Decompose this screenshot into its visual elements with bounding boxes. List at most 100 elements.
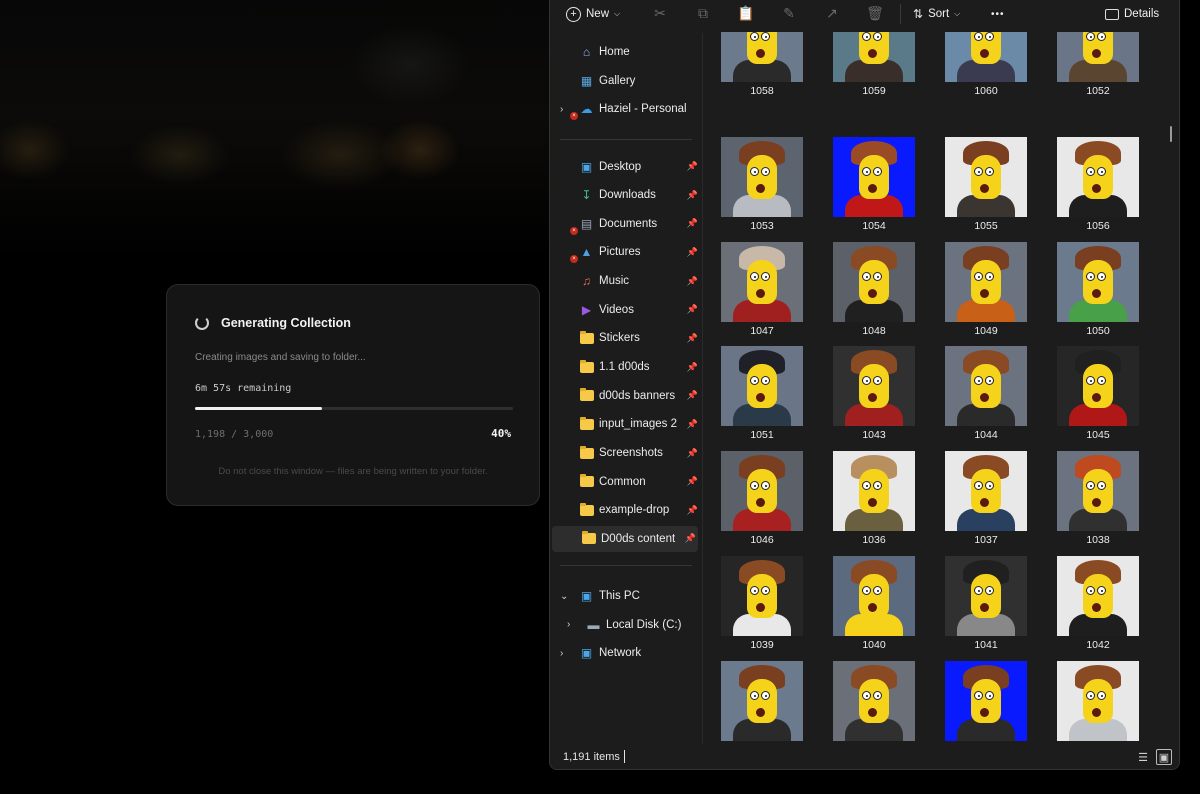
nav-item-common[interactable]: Common 📌 [550,469,700,495]
file-item[interactable]: 1054 [833,136,915,237]
file-item[interactable]: 1033 [833,660,915,745]
file-item[interactable]: 1042 [1057,556,1139,656]
details-view-icon[interactable]: ☰ [1135,749,1151,765]
nav-item-videos[interactable]: ▶ Videos 📌 [550,297,700,323]
nav-item-input-images-2[interactable]: input_images 2 📌 [550,411,700,437]
file-item[interactable]: 1040 [833,556,915,656]
pin-icon: 📌 [686,304,698,315]
file-item[interactable]: 1052 [1057,27,1139,102]
nav-item-this-pc[interactable]: ⌄ ▣ This PC [550,583,700,609]
nav-item-music[interactable]: ♫ Music 📌 [550,268,700,294]
nav-item-label: Home [599,46,630,58]
file-item[interactable]: 1035 [1057,660,1139,745]
pin-icon: 📌 [684,533,696,544]
file-item[interactable]: 1055 [945,136,1027,237]
nav-divider [560,139,692,140]
pin-icon: 📌 [686,275,698,286]
image-thumbnail [1057,451,1139,532]
file-item[interactable]: 1037 [945,451,1027,551]
file-item[interactable]: 1060 [945,27,1027,102]
toolbar-divider [900,4,901,24]
file-item[interactable]: 1051 [721,346,803,446]
nav-item-d00ds-content[interactable]: D00ds content 📌 [552,525,698,552]
new-button[interactable]: + New ⌵ [566,5,620,23]
file-name: 1049 [974,324,998,337]
pin-icon: 📌 [686,447,698,458]
image-thumbnail [833,32,915,82]
nav-item-label: Common [599,475,646,488]
delete-icon[interactable]: 🗑 [866,5,884,21]
nav-item-label: Gallery [599,74,636,87]
nav-item-pictures[interactable]: ▲ × Pictures 📌 [550,239,700,265]
details-button[interactable]: Details [1105,5,1159,23]
image-thumbnail [833,556,915,636]
file-item[interactable]: 1032 [721,660,803,745]
spinner-icon [195,316,209,330]
nav-item-label: Screenshots [599,447,663,459]
file-item[interactable]: 1049 [945,241,1027,342]
file-item[interactable]: 1039 [721,556,803,656]
file-item[interactable]: 1046 [721,451,803,551]
cut-icon[interactable]: ✂ [652,5,668,21]
nav-item-d00ds-banners[interactable]: d00ds banners 📌 [550,383,700,409]
file-item[interactable]: 1059 [833,27,915,102]
nav-item-example-drop[interactable]: example-drop 📌 [550,497,700,523]
file-name: 1037 [974,534,998,547]
nav-item-label: Pictures [599,246,641,259]
onedrive-icon: ☁ [580,102,593,117]
item-count: 1,191 items [563,751,620,763]
nav-item-stickers[interactable]: Stickers 📌 [550,325,700,351]
gallery-icon: ▦ [580,73,593,88]
image-thumbnail [721,32,803,82]
documents-icon: ▤ [580,216,593,231]
nav-item-local-disk-c-[interactable]: › ▬ Local Disk (C:) [550,612,700,638]
file-item[interactable]: 1056 [1057,136,1139,237]
share-icon[interactable]: ↗ [824,5,840,21]
new-label: New [586,8,610,20]
download-icon: ↧ [581,188,592,203]
file-item[interactable]: 1058 [721,27,803,102]
paste-icon[interactable]: 📋 [737,5,754,21]
large-icons-view-icon[interactable]: ▣ [1156,749,1172,765]
file-item[interactable]: 1053 [721,136,803,237]
sort-button[interactable]: ⇅ Sort ⌵ [913,5,960,23]
image-thumbnail [945,556,1027,636]
nav-item-gallery[interactable]: ▦ Gallery [550,68,700,94]
copy-icon[interactable]: ⧉ [695,5,711,21]
file-item[interactable]: 1038 [1057,451,1139,551]
nav-item-downloads[interactable]: ↧ Downloads 📌 [550,182,700,208]
file-item[interactable]: 1044 [945,346,1027,446]
nav-item-home[interactable]: ⌂ Home [550,39,700,65]
expand-chevron-icon[interactable]: › [560,104,563,115]
nav-item-1-1-d00ds[interactable]: 1.1 d00ds 📌 [550,354,700,380]
nav-item-documents[interactable]: ▤ × Documents 📌 [550,211,700,237]
file-item[interactable]: 1043 [833,346,915,446]
file-name: 1041 [974,639,998,651]
file-name: 1054 [862,219,886,232]
expand-chevron-icon[interactable]: › [567,619,570,630]
nav-item-haziel-personal[interactable]: › ☁ × Haziel - Personal [550,96,700,122]
nav-item-desktop[interactable]: ▣ Desktop 📌 [550,154,700,180]
more-options-button[interactable]: ••• [991,5,1005,23]
pin-icon: 📌 [686,390,698,401]
desktop-icon: ▣ [580,159,593,174]
file-name: 1048 [862,324,886,337]
rename-icon[interactable]: ✎ [781,5,797,21]
file-item[interactable]: 1047 [721,241,803,342]
nav-item-label: 1.1 d00ds [599,361,650,374]
nav-item-network[interactable]: › ▣ Network [550,640,700,666]
nav-item-label: Desktop [599,160,642,173]
expand-chevron-icon[interactable]: › [560,648,563,659]
file-item[interactable]: 1048 [833,241,915,342]
file-item[interactable]: 1045 [1057,346,1139,446]
file-item[interactable]: 1036 [833,451,915,551]
file-item[interactable]: 1050 [1057,241,1139,342]
nav-item-screenshots[interactable]: Screenshots 📌 [550,440,700,466]
pin-icon: 📌 [686,332,698,343]
file-item[interactable]: 1034 [945,660,1027,745]
file-name: 1036 [862,534,886,547]
dialog-title: Generating Collection [221,316,351,330]
expand-chevron-icon[interactable]: ⌄ [560,591,568,602]
scrollbar-thumb[interactable] [1170,126,1172,142]
file-item[interactable]: 1041 [945,556,1027,656]
